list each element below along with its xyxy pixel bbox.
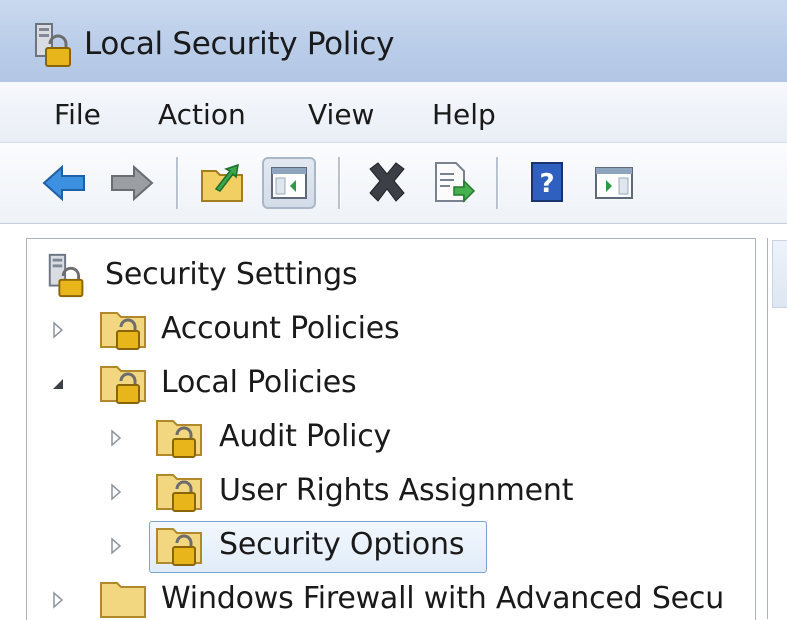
delete-button[interactable] (360, 157, 414, 209)
svg-text:?: ? (539, 169, 554, 199)
policy-folder-icon (156, 474, 202, 512)
up-folder-icon (201, 163, 243, 202)
console-tree-icon (271, 167, 307, 199)
menu-bar: File Action View Help (0, 82, 787, 143)
toolbar: ? (0, 143, 787, 224)
security-settings-icon (48, 253, 84, 298)
tree-label: Local Policies (161, 365, 357, 400)
toolbar-separator (496, 157, 499, 209)
policy-folder-icon (100, 312, 146, 350)
tree-label: Windows Firewall with Advanced Secu (161, 581, 725, 616)
tree-label: Security Settings (105, 257, 358, 292)
tree-item-user-rights-assignment[interactable]: User Rights Assignment (109, 467, 629, 517)
tree-label: User Rights Assignment (219, 473, 574, 508)
tree-label: Security Options (219, 527, 465, 562)
up-one-level-button[interactable] (196, 157, 250, 209)
policy-folder-icon (156, 528, 202, 566)
tree-root-security-settings[interactable]: Security Settings (41, 251, 441, 301)
console-tree: Security Settings Account Policies Local… (26, 238, 756, 620)
back-arrow-icon (42, 164, 85, 202)
forward-button[interactable] (104, 157, 158, 209)
export-list-button[interactable] (426, 157, 480, 209)
tree-item-audit-policy[interactable]: Audit Policy (109, 413, 529, 463)
policy-folder-icon (156, 420, 202, 458)
result-pane (767, 238, 787, 619)
show-hide-console-tree-button[interactable] (262, 157, 316, 209)
back-button[interactable] (38, 157, 92, 209)
help-icon: ? (531, 162, 563, 202)
delete-icon (369, 162, 405, 202)
tree-item-security-options[interactable]: Security Options (109, 521, 529, 571)
export-list-icon (435, 162, 476, 203)
action-pane-icon (595, 167, 633, 199)
menu-file[interactable]: File (54, 98, 101, 131)
expand-arrow-icon[interactable] (51, 321, 65, 339)
window-title: Local Security Policy (84, 26, 395, 62)
folder-icon (100, 582, 146, 618)
toolbar-separator (338, 157, 341, 209)
expand-arrow-icon[interactable] (109, 429, 123, 447)
expand-arrow-icon[interactable] (109, 483, 123, 501)
tree-item-account-policies[interactable]: Account Policies (51, 305, 471, 355)
expand-arrow-icon[interactable] (109, 537, 123, 555)
security-policy-icon (30, 22, 76, 68)
menu-action[interactable]: Action (158, 98, 246, 131)
expand-arrow-icon[interactable] (51, 591, 65, 609)
menu-help[interactable]: Help (432, 98, 496, 131)
tree-item-local-policies[interactable]: Local Policies (51, 359, 471, 409)
tree-label: Account Policies (161, 311, 400, 346)
forward-arrow-icon (111, 164, 154, 202)
policy-folder-icon (100, 366, 146, 404)
tree-item-windows-firewall[interactable]: Windows Firewall with Advanced Secu (51, 575, 755, 620)
collapse-arrow-icon[interactable] (51, 375, 65, 393)
menu-view[interactable]: View (308, 98, 374, 131)
toolbar-separator (176, 157, 179, 209)
show-hide-action-pane-button[interactable] (588, 157, 642, 209)
result-pane-header (772, 240, 787, 308)
help-button[interactable]: ? (522, 157, 576, 209)
tree-label: Audit Policy (219, 419, 392, 454)
title-bar: Local Security Policy (0, 0, 787, 82)
